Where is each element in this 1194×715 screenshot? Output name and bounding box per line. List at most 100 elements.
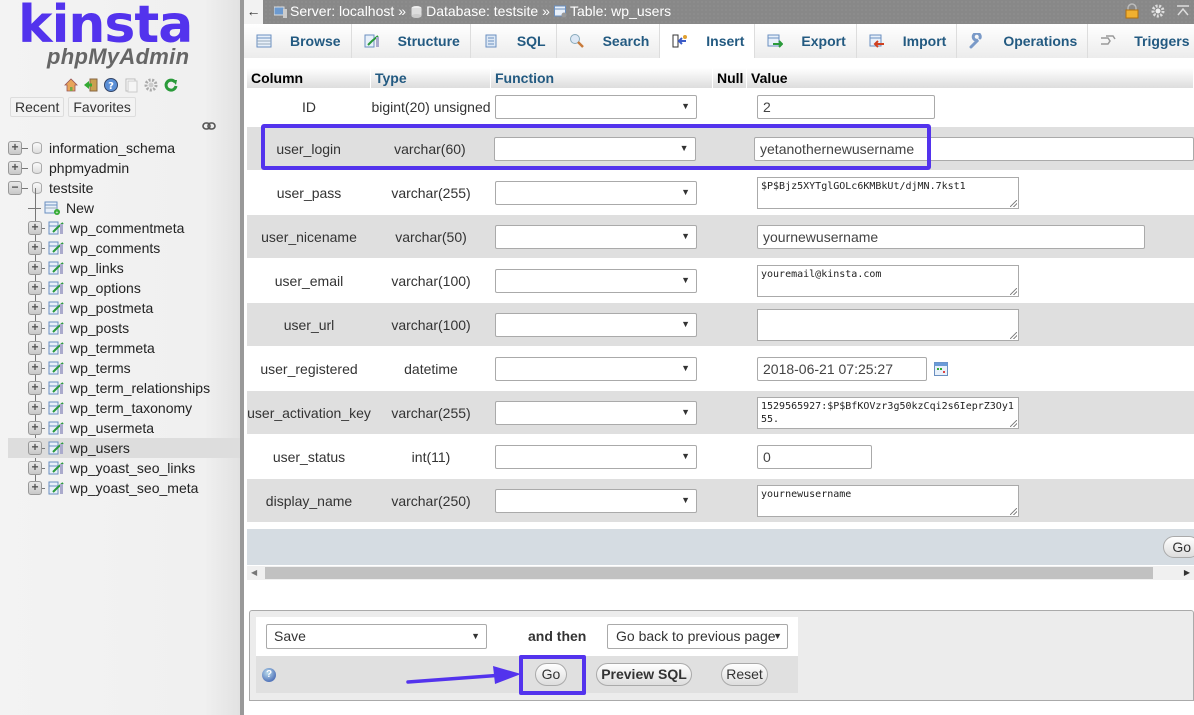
tree-table-item[interactable]: + wp_term_taxonomy (8, 398, 240, 418)
value-textarea[interactable]: youremail@kinsta.com (757, 264, 1019, 297)
expand-icon[interactable]: + (28, 461, 42, 475)
logout-icon[interactable] (83, 77, 99, 93)
function-select[interactable] (495, 312, 697, 337)
value-input[interactable]: 2018-06-21 07:25:27 (757, 356, 927, 381)
breadcrumb-table[interactable]: Table: wp_users (570, 3, 671, 19)
scroll-left-icon[interactable]: ◀ (251, 566, 257, 580)
table-structure-icon[interactable] (48, 421, 64, 435)
table-structure-icon[interactable] (48, 441, 64, 455)
value-textarea[interactable] (757, 308, 1019, 341)
recent-button[interactable]: Recent (10, 97, 65, 117)
value-input[interactable]: 0 (757, 444, 872, 469)
header-type[interactable]: Type (371, 68, 491, 88)
breadcrumb-database[interactable]: Database: testsite (426, 3, 538, 19)
table-label[interactable]: wp_posts (70, 320, 129, 336)
table-structure-icon[interactable] (48, 401, 64, 415)
calendar-icon[interactable] (934, 361, 948, 376)
function-select[interactable] (495, 488, 697, 513)
lock-icon[interactable] (1124, 3, 1140, 19)
tree-table-item[interactable]: + wp_commentmeta (8, 218, 240, 238)
expand-icon[interactable]: + (28, 401, 42, 415)
expand-icon[interactable]: + (28, 321, 42, 335)
value-textarea[interactable]: yournewusername (757, 484, 1019, 517)
tree-db-information-schema[interactable]: + information_schema (8, 138, 240, 158)
table-structure-icon[interactable] (48, 241, 64, 255)
expand-icon[interactable]: + (28, 221, 42, 235)
db-label[interactable]: testsite (49, 180, 93, 196)
table-label[interactable]: wp_terms (70, 360, 131, 376)
expand-icon[interactable]: + (28, 421, 42, 435)
tree-table-item[interactable]: + wp_yoast_seo_meta (8, 478, 240, 498)
header-function[interactable]: Function (491, 68, 713, 88)
value-input[interactable]: yournewusername (757, 224, 1145, 249)
table-structure-icon[interactable] (48, 381, 64, 395)
table-label[interactable]: wp_term_relationships (70, 380, 210, 396)
table-structure-icon[interactable] (48, 481, 64, 495)
home-icon[interactable] (63, 77, 79, 93)
db-label[interactable]: information_schema (49, 140, 175, 156)
horizontal-scrollbar[interactable]: ◀ ▶ (247, 566, 1194, 580)
table-label[interactable]: wp_links (70, 260, 124, 276)
settings-icon[interactable] (143, 77, 159, 93)
tab-export[interactable]: Export (755, 24, 857, 58)
tree-table-item[interactable]: + wp_term_relationships (8, 378, 240, 398)
collapse-icon[interactable]: − (8, 181, 22, 195)
scroll-right-icon[interactable]: ▶ (1184, 566, 1190, 580)
value-textarea[interactable]: 1529565927:$P$BfKOVzr3g50kzCqi2s6IeprZ3O… (757, 396, 1019, 429)
tree-table-item[interactable]: + wp_termmeta (8, 338, 240, 358)
table-structure-icon[interactable] (48, 281, 64, 295)
tree-db-phpmyadmin[interactable]: + phpmyadmin (8, 158, 240, 178)
go-button[interactable]: Go (535, 663, 567, 686)
table-structure-icon[interactable] (48, 301, 64, 315)
collapse-nav-button[interactable]: ← (244, 0, 263, 24)
value-textarea[interactable]: $P$Bjz5XYTglGOLc6KMBkUt/djMN.7kst1 (757, 176, 1019, 209)
table-structure-icon[interactable] (48, 361, 64, 375)
tab-sql[interactable]: SQL (470, 24, 557, 58)
reset-button[interactable]: Reset (721, 663, 768, 686)
panel-resizer[interactable] (240, 0, 244, 715)
tree-db-testsite[interactable]: − testsite (8, 178, 240, 198)
expand-icon[interactable]: + (28, 361, 42, 375)
function-select[interactable] (495, 400, 697, 425)
tab-triggers[interactable]: Triggers (1088, 24, 1194, 58)
tree-table-item[interactable]: + wp_comments (8, 238, 240, 258)
table-label[interactable]: wp_commentmeta (70, 220, 184, 236)
tree-table-item[interactable]: + wp_options (8, 278, 240, 298)
table-label[interactable]: wp_options (70, 280, 141, 296)
tree-new-table[interactable]: + New (8, 198, 240, 218)
go-button-top[interactable]: Go (1163, 536, 1194, 558)
breadcrumb-server[interactable]: Server: localhost (290, 3, 394, 19)
function-select[interactable] (493, 136, 696, 161)
tree-table-item[interactable]: + wp_links (8, 258, 240, 278)
function-select[interactable] (495, 268, 697, 293)
after-insert-select[interactable]: Go back to previous page (607, 624, 788, 649)
table-label[interactable]: wp_postmeta (70, 300, 153, 316)
expand-icon[interactable]: + (8, 141, 22, 155)
tab-search[interactable]: Search (556, 24, 661, 58)
tree-table-item[interactable]: + wp_postmeta (8, 298, 240, 318)
tab-structure[interactable]: Structure (351, 24, 471, 58)
table-structure-icon[interactable] (48, 341, 64, 355)
function-select[interactable] (495, 224, 697, 249)
page-settings-icon[interactable] (1150, 3, 1166, 19)
docs-icon[interactable] (123, 77, 139, 93)
function-select[interactable] (495, 444, 697, 469)
table-label[interactable]: wp_termmeta (70, 340, 155, 356)
tab-operations[interactable]: Operations (957, 24, 1089, 58)
table-structure-icon[interactable] (48, 261, 64, 275)
value-input[interactable]: yetanothernewusername (754, 136, 1194, 161)
action-select[interactable]: Save (266, 624, 487, 649)
expand-icon[interactable]: + (28, 241, 42, 255)
phpmyadmin-logo[interactable]: phpMyAdmin (47, 44, 189, 70)
expand-icon[interactable]: + (8, 161, 22, 175)
expand-icon[interactable]: + (28, 341, 42, 355)
scroll-top-icon[interactable] (1176, 4, 1190, 18)
table-structure-icon[interactable] (48, 321, 64, 335)
preview-sql-button[interactable]: Preview SQL (596, 663, 692, 686)
table-structure-icon[interactable] (48, 221, 64, 235)
table-label[interactable]: wp_yoast_seo_links (70, 460, 195, 476)
function-select[interactable] (495, 180, 697, 205)
db-label[interactable]: phpmyadmin (49, 160, 129, 176)
help-icon[interactable]: ? (103, 77, 119, 93)
expand-icon[interactable]: + (28, 441, 42, 455)
